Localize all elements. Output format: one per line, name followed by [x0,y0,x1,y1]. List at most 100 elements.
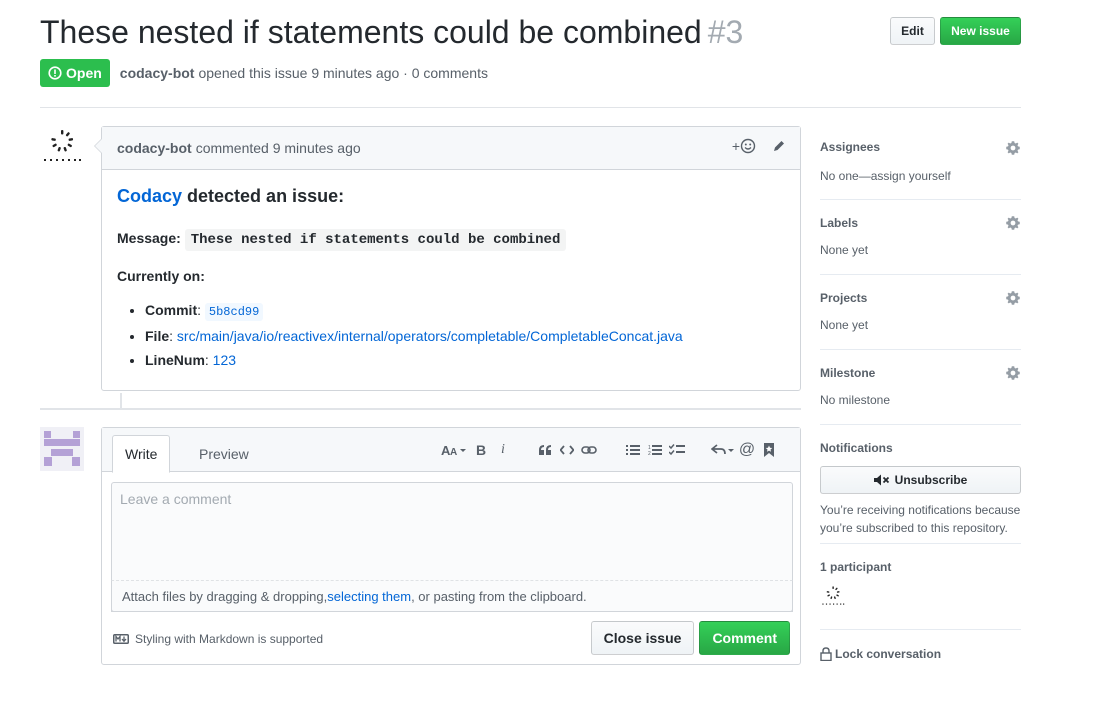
tab-write[interactable]: Write [112,435,171,473]
avatar[interactable] [40,126,84,170]
close-issue-button[interactable]: Close issue [590,621,695,655]
identicon-icon [40,427,84,471]
linenum-label: LineNum [145,352,205,368]
projects-title: Projects [820,291,868,305]
task-list-icon[interactable] [666,440,688,460]
message-line: Message: These nested if statements coul… [117,228,785,251]
tab-preview[interactable]: Preview [187,435,261,472]
comment-textarea[interactable] [112,483,792,581]
commit-sha-link[interactable]: 5b8cd99 [204,303,264,321]
comment-header: codacy-bot commented 9 minutes ago + [102,127,800,170]
unsubscribe-label: Unsubscribe [894,473,968,487]
codacy-logo-icon [44,130,81,161]
ordered-list-icon[interactable]: 12 [644,440,666,460]
heading-text: detected an issue: [182,186,345,206]
message-label: Message: [117,230,181,246]
markdown-help[interactable]: Styling with Markdown is supported [113,632,323,646]
issue-title: These nested if statements could be comb… [40,12,743,52]
lock-icon [820,647,832,661]
separator: : [197,302,205,318]
notifications-title: Notifications [820,441,893,455]
header-actions: Edit New issue [890,17,1021,45]
line-number-link[interactable]: 123 [213,352,236,368]
codacy-logo-icon [822,586,845,605]
lock-conversation-link[interactable]: Lock conversation [820,630,1021,662]
edit-button[interactable]: Edit [890,17,935,45]
gear-icon[interactable] [1005,140,1021,156]
separator: : [169,328,177,344]
commit-label: Commit [145,302,198,318]
pencil-icon[interactable] [772,139,786,153]
quote-icon[interactable] [534,440,556,460]
milestone-title: Milestone [820,366,876,380]
issue-number: #3 [707,14,744,50]
sidebar-milestone: Milestone No milestone [820,350,1021,425]
sidebar-labels: Labels None yet [820,200,1021,275]
participants-title: 1 participant [820,560,892,574]
form-actions: Close issue Comment [590,621,790,655]
unordered-list-icon[interactable] [622,440,644,460]
markdown-note: Styling with Markdown is supported [135,632,324,646]
comment-author-link[interactable]: codacy-bot [117,140,192,156]
assignees-title: Assignees [820,140,881,154]
timeline-connector [120,393,122,408]
link-icon[interactable] [578,440,600,460]
issue-comment: codacy-bot commented 9 minutes ago + Cod… [94,126,801,391]
milestone-value: No milestone [820,393,891,407]
issue-opened-icon [48,66,62,80]
attach-text-post: , or pasting from the clipboard. [411,588,587,604]
select-files-link[interactable]: selecting them [327,589,411,604]
header-divider [40,107,1021,108]
text-size-icon[interactable]: AA [440,440,470,460]
participant-avatar[interactable] [820,584,846,610]
svg-text:2: 2 [648,451,651,456]
markdown-icon [113,634,129,644]
bold-icon[interactable]: B [470,440,492,460]
currently-on-line: Currently on: [117,266,785,286]
gear-icon[interactable] [1005,215,1021,231]
status-badge: Open [40,59,110,87]
labels-value: None yet [820,243,869,257]
bookmark-icon[interactable] [758,440,780,460]
file-label: File [145,328,170,344]
sidebar-notifications: Notifications Unsubscribe You’re receivi… [820,425,1021,544]
italic-icon[interactable]: i [492,440,514,460]
add-reaction-button[interactable]: + [732,138,756,154]
sidebar-projects: Projects None yet [820,275,1021,350]
list-item: LineNum: 123 [145,350,785,370]
file-attach-bar[interactable]: Attach files by dragging & dropping, sel… [111,580,793,612]
comment-button[interactable]: Comment [699,621,790,655]
code-icon[interactable] [556,440,578,460]
status-label: Open [66,65,102,81]
reply-icon[interactable] [710,440,736,460]
list-item: File: src/main/java/io/reactivex/interna… [145,326,785,346]
mention-icon[interactable]: @ [736,440,758,460]
issue-author-link[interactable]: codacy-bot [120,65,195,81]
assignees-value[interactable]: No one—assign yourself [820,168,1021,184]
issue-meta: Open codacy-bot opened this issue 9 minu… [40,59,488,87]
svg-text:A: A [450,447,457,457]
comment-heading: Codacy detected an issue: [117,186,785,206]
currently-on-label: Currently on: [117,268,205,284]
issue-title-text: These nested if statements could be comb… [40,14,702,50]
smiley-icon [740,138,756,154]
avatar[interactable] [40,427,84,471]
codacy-link[interactable]: Codacy [117,186,182,206]
gear-icon[interactable] [1005,365,1021,381]
markdown-toolbar: AA B i 12 @ [440,440,780,460]
new-comment-form: Write Preview AA B i 12 @ Attach files b… [101,427,801,665]
reaction-plus: + [731,138,740,154]
new-issue-button[interactable]: New issue [940,17,1021,45]
projects-value: None yet [820,318,869,332]
gear-icon[interactable] [1005,290,1021,306]
notifications-text: You’re receiving notifications because y… [820,503,1021,535]
timeline-divider [40,408,801,410]
labels-title: Labels [820,216,859,230]
comment-time: commented 9 minutes ago [195,140,361,156]
file-path-link[interactable]: src/main/java/io/reactivex/internal/oper… [177,328,683,344]
comment-actions: + [732,138,786,154]
separator: : [204,352,213,368]
unsubscribe-button[interactable]: Unsubscribe [820,466,1021,494]
sidebar-participants: 1 participant [820,544,1021,630]
list-item: Commit: 5b8cd99 [145,300,785,322]
